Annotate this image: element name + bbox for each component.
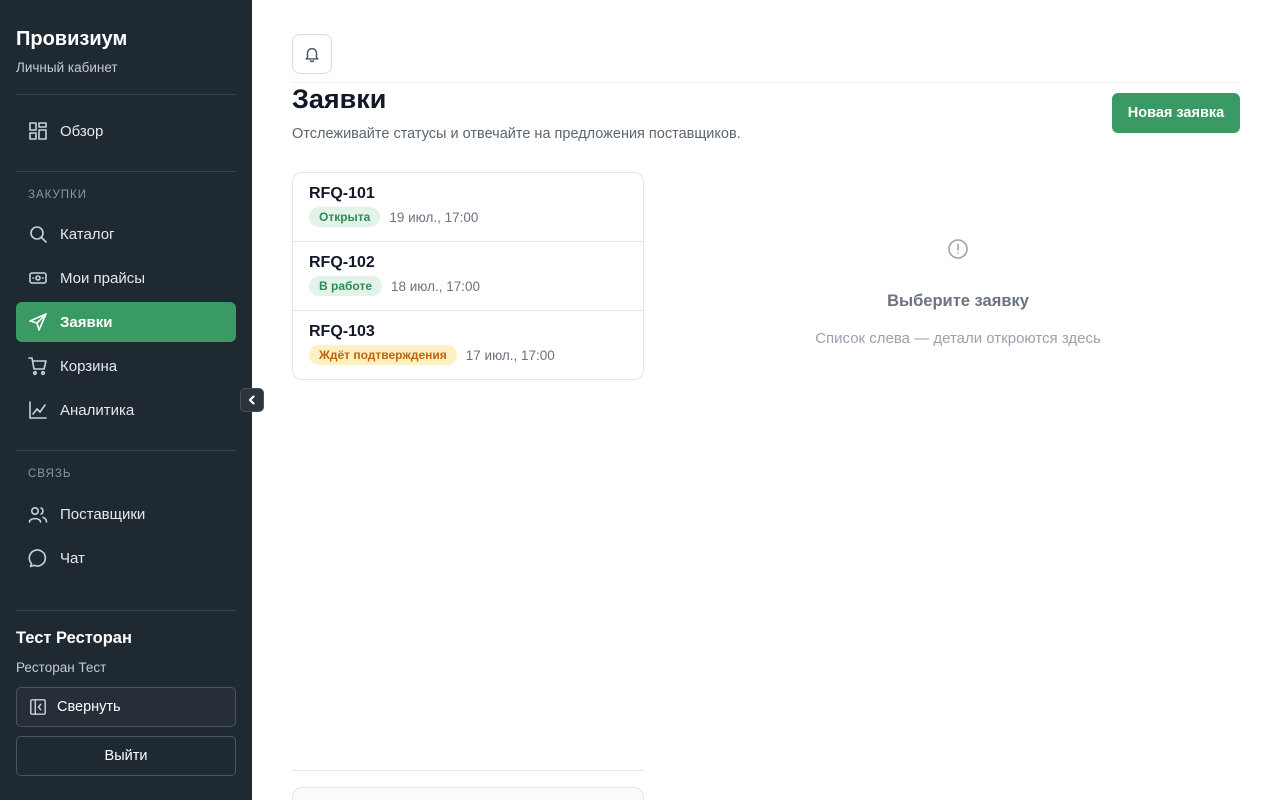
brand-subtitle: Личный кабинет — [16, 60, 118, 75]
alert-circle-icon — [947, 238, 969, 260]
empty-state-title: Выберите заявку — [887, 292, 1029, 310]
sidebar-item-suppliers[interactable]: Поставщики — [16, 494, 236, 534]
list-footer-card — [292, 787, 644, 800]
empty-state: Выберите заявку Список слева — детали от… — [656, 238, 1260, 347]
logout-button[interactable]: Выйти — [16, 736, 236, 776]
request-row[interactable]: RFQ-101 Открыта 19 июл., 17:00 — [293, 173, 643, 242]
collapse-label: Свернуть — [57, 699, 121, 715]
request-date: 19 июл., 17:00 — [389, 209, 479, 225]
sidebar-item-label: Корзина — [60, 357, 118, 375]
list-footer-divider — [292, 770, 644, 771]
panel-collapse-icon — [30, 699, 46, 715]
collapse-sidebar-button[interactable]: Свернуть — [16, 687, 236, 727]
request-id: RFQ-102 — [309, 254, 375, 271]
status-badge: Открыта — [309, 207, 381, 227]
price-list-icon — [28, 268, 48, 288]
request-row[interactable]: RFQ-103 Ждёт подтверждения 17 июл., 17:0… — [293, 311, 643, 379]
chat-icon — [28, 548, 48, 568]
sidebar-item-price-lists[interactable]: Мои прайсы — [16, 258, 236, 298]
org-subtitle: Ресторан Тест — [16, 660, 107, 675]
sidebar-item-label: Чат — [60, 549, 85, 567]
empty-state-subtitle: Список слева — детали откроются здесь — [815, 330, 1101, 347]
chevron-left-icon — [248, 395, 255, 405]
sidebar-item-label: Мои прайсы — [60, 269, 146, 287]
sidebar-item-overview[interactable]: Обзор — [16, 111, 236, 151]
sidebar-item-requests[interactable]: Заявки — [16, 302, 236, 342]
request-id: RFQ-103 — [309, 323, 375, 340]
search-icon — [28, 224, 48, 244]
sidebar-item-catalog[interactable]: Каталог — [16, 214, 236, 254]
dashboard-icon — [28, 121, 48, 141]
sidebar-item-label: Обзор — [60, 122, 104, 140]
sidebar-item-label: Заявки — [60, 313, 113, 331]
sidebar-item-cart[interactable]: Корзина — [16, 346, 236, 386]
page-title: Заявки — [292, 84, 387, 114]
sidebar-divider — [16, 171, 236, 172]
sidebar-item-label: Каталог — [60, 225, 115, 243]
request-date: 17 июл., 17:00 — [465, 347, 555, 363]
sidebar-item-chat[interactable]: Чат — [16, 538, 236, 578]
users-icon — [28, 504, 48, 524]
logout-label: Выйти — [104, 748, 148, 764]
sidebar-divider — [16, 94, 236, 95]
bell-icon — [305, 47, 319, 63]
status-badge: Ждёт подтверждения — [309, 345, 457, 365]
page-description: Отслеживайте статусы и отвечайте на пред… — [292, 126, 741, 142]
sidebar-divider — [16, 450, 236, 451]
header-divider — [292, 82, 1240, 83]
send-icon — [28, 312, 48, 332]
sidebar-item-label: Поставщики — [60, 505, 146, 523]
sidebar-collapse-handle[interactable] — [240, 388, 264, 412]
section-label-purchases: ЗАКУПКИ — [28, 189, 87, 201]
request-id: RFQ-101 — [309, 185, 375, 202]
status-badge: В работе — [309, 276, 382, 296]
sidebar: Провизиум Личный кабинет Обзор ЗАКУПКИ К… — [0, 0, 264, 800]
sidebar-item-analytics[interactable]: Аналитика — [16, 390, 236, 430]
chart-icon — [28, 400, 48, 420]
request-row[interactable]: RFQ-102 В работе 18 июл., 17:00 — [293, 242, 643, 311]
notifications-button[interactable] — [292, 34, 332, 74]
request-date: 18 июл., 17:00 — [391, 278, 481, 294]
cart-icon — [28, 356, 48, 376]
section-label-communication: СВЯЗЬ — [28, 468, 72, 480]
org-title: Тест Ресторан — [16, 629, 132, 647]
new-request-button[interactable]: Новая заявка — [1112, 93, 1240, 133]
sidebar-item-label: Аналитика — [60, 401, 135, 419]
sidebar-divider — [16, 610, 236, 611]
request-list: RFQ-101 Открыта 19 июл., 17:00 RFQ-102 В… — [292, 172, 644, 380]
brand-title: Провизиум — [16, 28, 128, 50]
